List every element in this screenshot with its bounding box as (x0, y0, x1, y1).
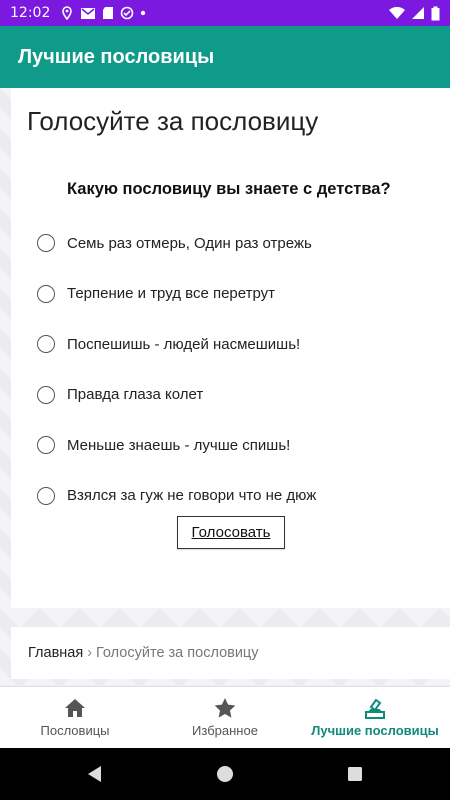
home-button[interactable] (160, 765, 290, 783)
radio-button[interactable] (37, 335, 55, 354)
notification-icons (60, 6, 146, 20)
nav-label: Избранное (192, 723, 258, 738)
poll-question: Какую пословицу вы знаете с детства? (67, 180, 391, 198)
location-icon (62, 6, 73, 20)
back-icon (88, 766, 101, 782)
recents-icon (348, 767, 362, 781)
poll-option[interactable]: Семь раз отмерь, Один раз отрежь (37, 218, 316, 269)
home-icon (65, 699, 85, 717)
option-label: Правда глаза колет (67, 386, 204, 404)
option-label: Взялся за гуж не говори что не дюж (67, 487, 317, 505)
poll-options: Семь раз отмерь, Один раз отрежь Терпени… (37, 218, 316, 521)
option-label: Семь раз отмерь, Один раз отрежь (67, 234, 312, 252)
app-bar: Лучшие пословицы (0, 26, 450, 88)
wifi-icon (389, 6, 405, 19)
dot-icon (141, 10, 146, 16)
nav-item-best-proverbs[interactable]: Лучшие пословицы (300, 687, 450, 748)
nav-label: Пословицы (40, 723, 110, 738)
back-button[interactable] (30, 765, 160, 783)
breadcrumb-separator: › (87, 645, 93, 661)
poll-option[interactable]: Взялся за гуж не говори что не дюж (37, 471, 316, 522)
radio-button[interactable] (37, 385, 55, 404)
radio-button[interactable] (37, 284, 55, 303)
star-icon (214, 698, 236, 718)
poll-option[interactable]: Поспешишь - людей насмешишь! (37, 319, 316, 370)
home-circle-icon (217, 766, 233, 782)
nav-label: Лучшие пословицы (311, 723, 439, 738)
sd-card-icon (103, 7, 114, 19)
bottom-navigation: Пословицы Избранное Лучшие пословицы (0, 686, 450, 748)
poll-option[interactable]: Правда глаза колет (37, 370, 316, 421)
breadcrumb-home-link[interactable]: Главная (28, 645, 83, 661)
option-label: Терпение и труд все перетрут (67, 285, 276, 303)
app-title: Лучшие пословицы (18, 45, 215, 68)
vote-button[interactable]: Голосовать (177, 516, 285, 549)
poll-heading: Голосуйте за пословицу (27, 106, 319, 136)
poll-option[interactable]: Меньше знаешь - лучше спишь! (37, 420, 316, 471)
breadcrumb: Главная › Голосуйте за пословицу (11, 627, 450, 679)
vote-icon (365, 698, 385, 719)
option-label: Поспешишь - людей насмешишь! (67, 335, 301, 353)
recents-button[interactable] (290, 766, 420, 782)
radio-button[interactable] (37, 486, 55, 505)
battery-icon (431, 6, 440, 20)
nav-item-proverbs[interactable]: Пословицы (0, 687, 150, 748)
poll-option[interactable]: Терпение и труд все перетрут (37, 269, 316, 320)
breadcrumb-current: Голосуйте за пословицу (96, 645, 259, 661)
sync-icon (121, 6, 134, 20)
mail-icon (81, 7, 96, 19)
option-label: Меньше знаешь - лучше спишь! (67, 436, 291, 454)
status-bar: 12:02 (0, 0, 450, 26)
radio-button[interactable] (37, 234, 55, 253)
poll-card: Голосуйте за пословицу Какую пословицу в… (11, 88, 450, 608)
system-navigation-bar (0, 748, 450, 800)
radio-button[interactable] (37, 436, 55, 455)
nav-item-favorites[interactable]: Избранное (150, 687, 300, 748)
signal-icon (412, 7, 424, 19)
status-time: 12:02 (10, 5, 51, 21)
